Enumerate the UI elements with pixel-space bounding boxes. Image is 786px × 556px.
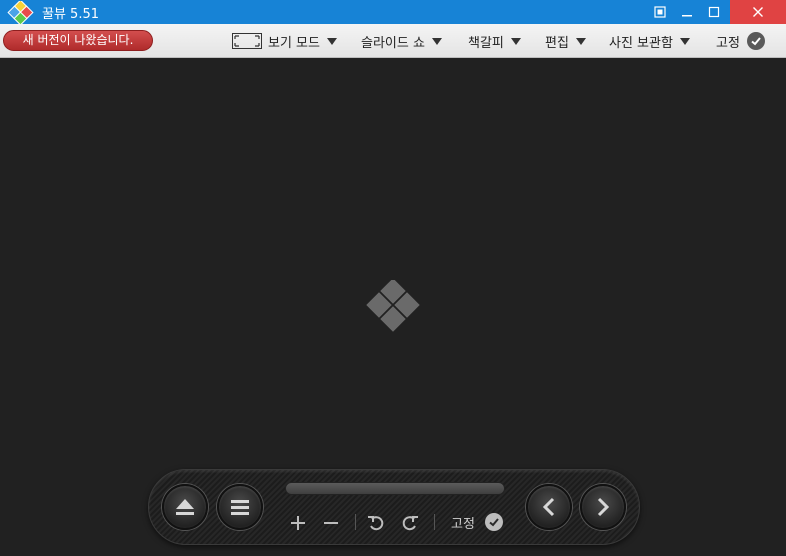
menu-bar: 새 버전이 나왔습니다. 보기 모드 슬라이드 쇼 책갈피 편집 사진 보관함 (0, 24, 786, 58)
zoom-out-button[interactable] (321, 513, 341, 533)
chevron-down-icon (431, 37, 442, 45)
next-button[interactable] (580, 484, 626, 530)
next-icon (597, 497, 610, 517)
center-logo-icon (366, 280, 420, 332)
pin-toggle-label[interactable]: 고정 (451, 513, 475, 532)
menu-photo-storage[interactable]: 사진 보관함 (609, 32, 690, 51)
maximize-icon (708, 6, 720, 18)
control-bar: 고정 (148, 469, 640, 545)
new-version-button[interactable]: 새 버전이 나왔습니다. (3, 30, 153, 51)
minimize-button[interactable] (673, 0, 701, 24)
rotate-left-button[interactable] (366, 513, 386, 533)
previous-button[interactable] (526, 484, 572, 530)
check-icon[interactable] (485, 513, 503, 531)
app-window: 꿀뷰 5.51 새 버전이 나왔습니다. 보기 모드 슬라이드 쇼 책갈피 편집… (0, 0, 786, 556)
zoom-in-button[interactable] (288, 513, 308, 533)
divider (434, 514, 435, 530)
zoom-in-icon (291, 516, 305, 530)
menu-view-mode[interactable]: 보기 모드 (232, 32, 337, 51)
progress-slider[interactable] (285, 482, 505, 495)
eject-icon (176, 499, 194, 515)
chevron-down-icon (510, 37, 521, 45)
view-mode-icon (232, 33, 262, 49)
menu-pin[interactable]: 고정 (716, 32, 765, 51)
divider (355, 514, 356, 530)
menu-edit-label: 편집 (545, 35, 569, 51)
menu-bookmark-label: 책갈피 (468, 35, 504, 51)
chevron-down-icon (326, 37, 337, 45)
zoom-out-icon (324, 522, 338, 524)
rotate-right-button[interactable] (400, 513, 420, 533)
title-bar: 꿀뷰 5.51 (0, 0, 786, 26)
menu-slideshow-label: 슬라이드 쇼 (361, 35, 425, 51)
menu-pin-label: 고정 (716, 35, 740, 51)
menu-edit[interactable]: 편집 (545, 32, 586, 51)
menu-view-mode-label: 보기 모드 (268, 35, 320, 51)
fit-screen-button[interactable] (646, 0, 674, 24)
menu-button[interactable] (217, 484, 263, 530)
close-button[interactable] (730, 0, 786, 24)
window-title: 꿀뷰 5.51 (42, 7, 99, 22)
menu-photo-storage-label: 사진 보관함 (609, 35, 673, 51)
rotate-right-icon (402, 516, 418, 531)
eject-button[interactable] (162, 484, 208, 530)
close-icon (753, 7, 763, 17)
fit-screen-icon (654, 6, 666, 18)
menu-icon (231, 500, 249, 515)
menu-bookmark[interactable]: 책갈피 (468, 32, 521, 51)
maximize-button[interactable] (700, 0, 728, 24)
check-icon (746, 32, 765, 50)
chevron-down-icon (679, 37, 690, 45)
previous-icon (542, 497, 555, 517)
rotate-left-icon (368, 516, 384, 531)
chevron-down-icon (575, 37, 586, 45)
menu-slideshow[interactable]: 슬라이드 쇼 (361, 32, 442, 51)
minimize-icon (682, 15, 692, 17)
